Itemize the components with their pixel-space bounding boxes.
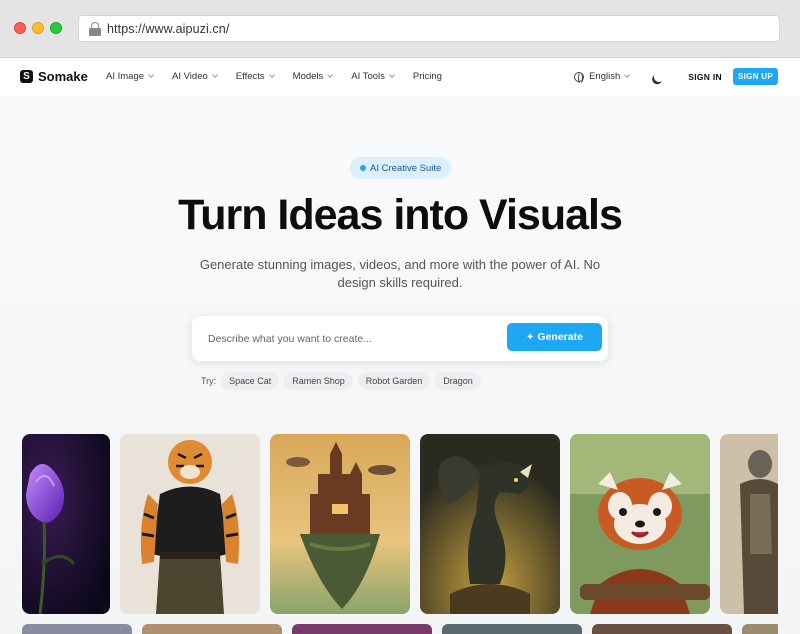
nav-menu: AI Image AI Video Effects Models AI Tool… [106,71,461,82]
hero-badge: AI Creative Suite [350,157,452,179]
badge-label: AI Creative Suite [370,162,442,174]
nav-item-ai-video[interactable]: AI Video [172,71,218,82]
nav-item-label: Effects [235,71,265,82]
gallery-image-partial[interactable] [442,624,582,634]
suggestion-chip[interactable]: Dragon [435,372,481,390]
nav-item-models[interactable]: Models [292,71,334,82]
badge-dot-icon [360,165,366,171]
try-label: Try: [201,376,217,386]
gallery-image-dragon[interactable] [420,434,560,614]
nav-item-effects[interactable]: Effects [235,71,275,82]
minimize-window-button[interactable] [32,22,44,34]
showcase-gallery [22,434,778,614]
generate-button[interactable]: ✦ Generate [507,323,602,351]
gallery-image-red-panda[interactable] [570,434,710,614]
chevron-down-icon [624,72,631,78]
lock-icon [89,21,101,36]
gallery-image-soldier[interactable] [720,434,778,614]
nav-item-label: Models [292,71,324,82]
nav-item-label: AI Video [172,71,208,82]
url-text[interactable]: https://www.aipuzi.cn/ [107,22,229,36]
globe-icon [574,71,585,84]
brand-logo-link[interactable]: S Somake [20,69,88,84]
generate-label: Generate [537,331,583,343]
hero-headline: Turn Ideas into Visuals [178,191,623,239]
suggestion-chip[interactable]: Robot Garden [357,372,431,390]
nav-item-pricing[interactable]: Pricing [413,71,442,82]
gallery-image-tiger[interactable] [120,434,260,614]
language-label: English [589,71,621,82]
prompt-input[interactable] [208,332,498,345]
maximize-window-button[interactable] [50,22,62,34]
gallery-image-partial[interactable] [292,624,432,634]
gallery-image-partial[interactable] [22,624,132,634]
chevron-down-icon [211,72,218,78]
prompt-box: ✦ Generate [192,316,608,361]
somake-logo-icon: S [20,70,33,83]
brand-name: Somake [38,69,88,84]
gallery-image-partial[interactable] [142,624,282,634]
gallery-image-tulip[interactable] [22,434,110,614]
gallery-second-row [22,624,778,634]
chevron-down-icon [148,72,154,78]
nav-item-ai-tools[interactable]: AI Tools [351,71,395,82]
website: S Somake AI Image AI Video Effects Model… [0,58,800,634]
browser-chrome: https://www.aipuzi.cn/ [0,0,800,58]
moon-icon[interactable] [653,70,666,83]
chevron-down-icon [389,72,395,78]
language-selector[interactable]: English [574,71,631,84]
gallery-image-partial[interactable] [592,624,732,634]
close-window-button[interactable] [14,22,26,34]
suggestion-row: Try: Space Cat Ramen Shop Robot Garden D… [201,372,486,390]
nav-actions: English SIGN IN SIGN UP [574,68,778,85]
nav-item-label: Pricing [412,71,442,82]
gallery-image-floating-castle[interactable] [270,434,410,614]
address-bar[interactable]: https://www.aipuzi.cn/ [78,15,780,42]
nav-item-label: AI Tools [351,71,385,82]
sign-in-button[interactable]: SIGN IN [688,72,722,82]
nav-item-label: AI Image [106,71,145,82]
sign-up-button[interactable]: SIGN UP [733,68,778,85]
nav-item-ai-image[interactable]: AI Image [106,71,154,82]
gallery-image-partial[interactable] [742,624,778,634]
sparkle-icon: ✦ [526,331,535,343]
chevron-down-icon [268,72,275,78]
hero-subtitle: Generate stunning images, videos, and mo… [199,257,601,290]
suggestion-chip[interactable]: Ramen Shop [284,372,353,390]
top-navigation: S Somake AI Image AI Video Effects Model… [0,58,800,96]
chevron-down-icon [327,72,334,78]
suggestion-chip[interactable]: Space Cat [221,372,280,390]
